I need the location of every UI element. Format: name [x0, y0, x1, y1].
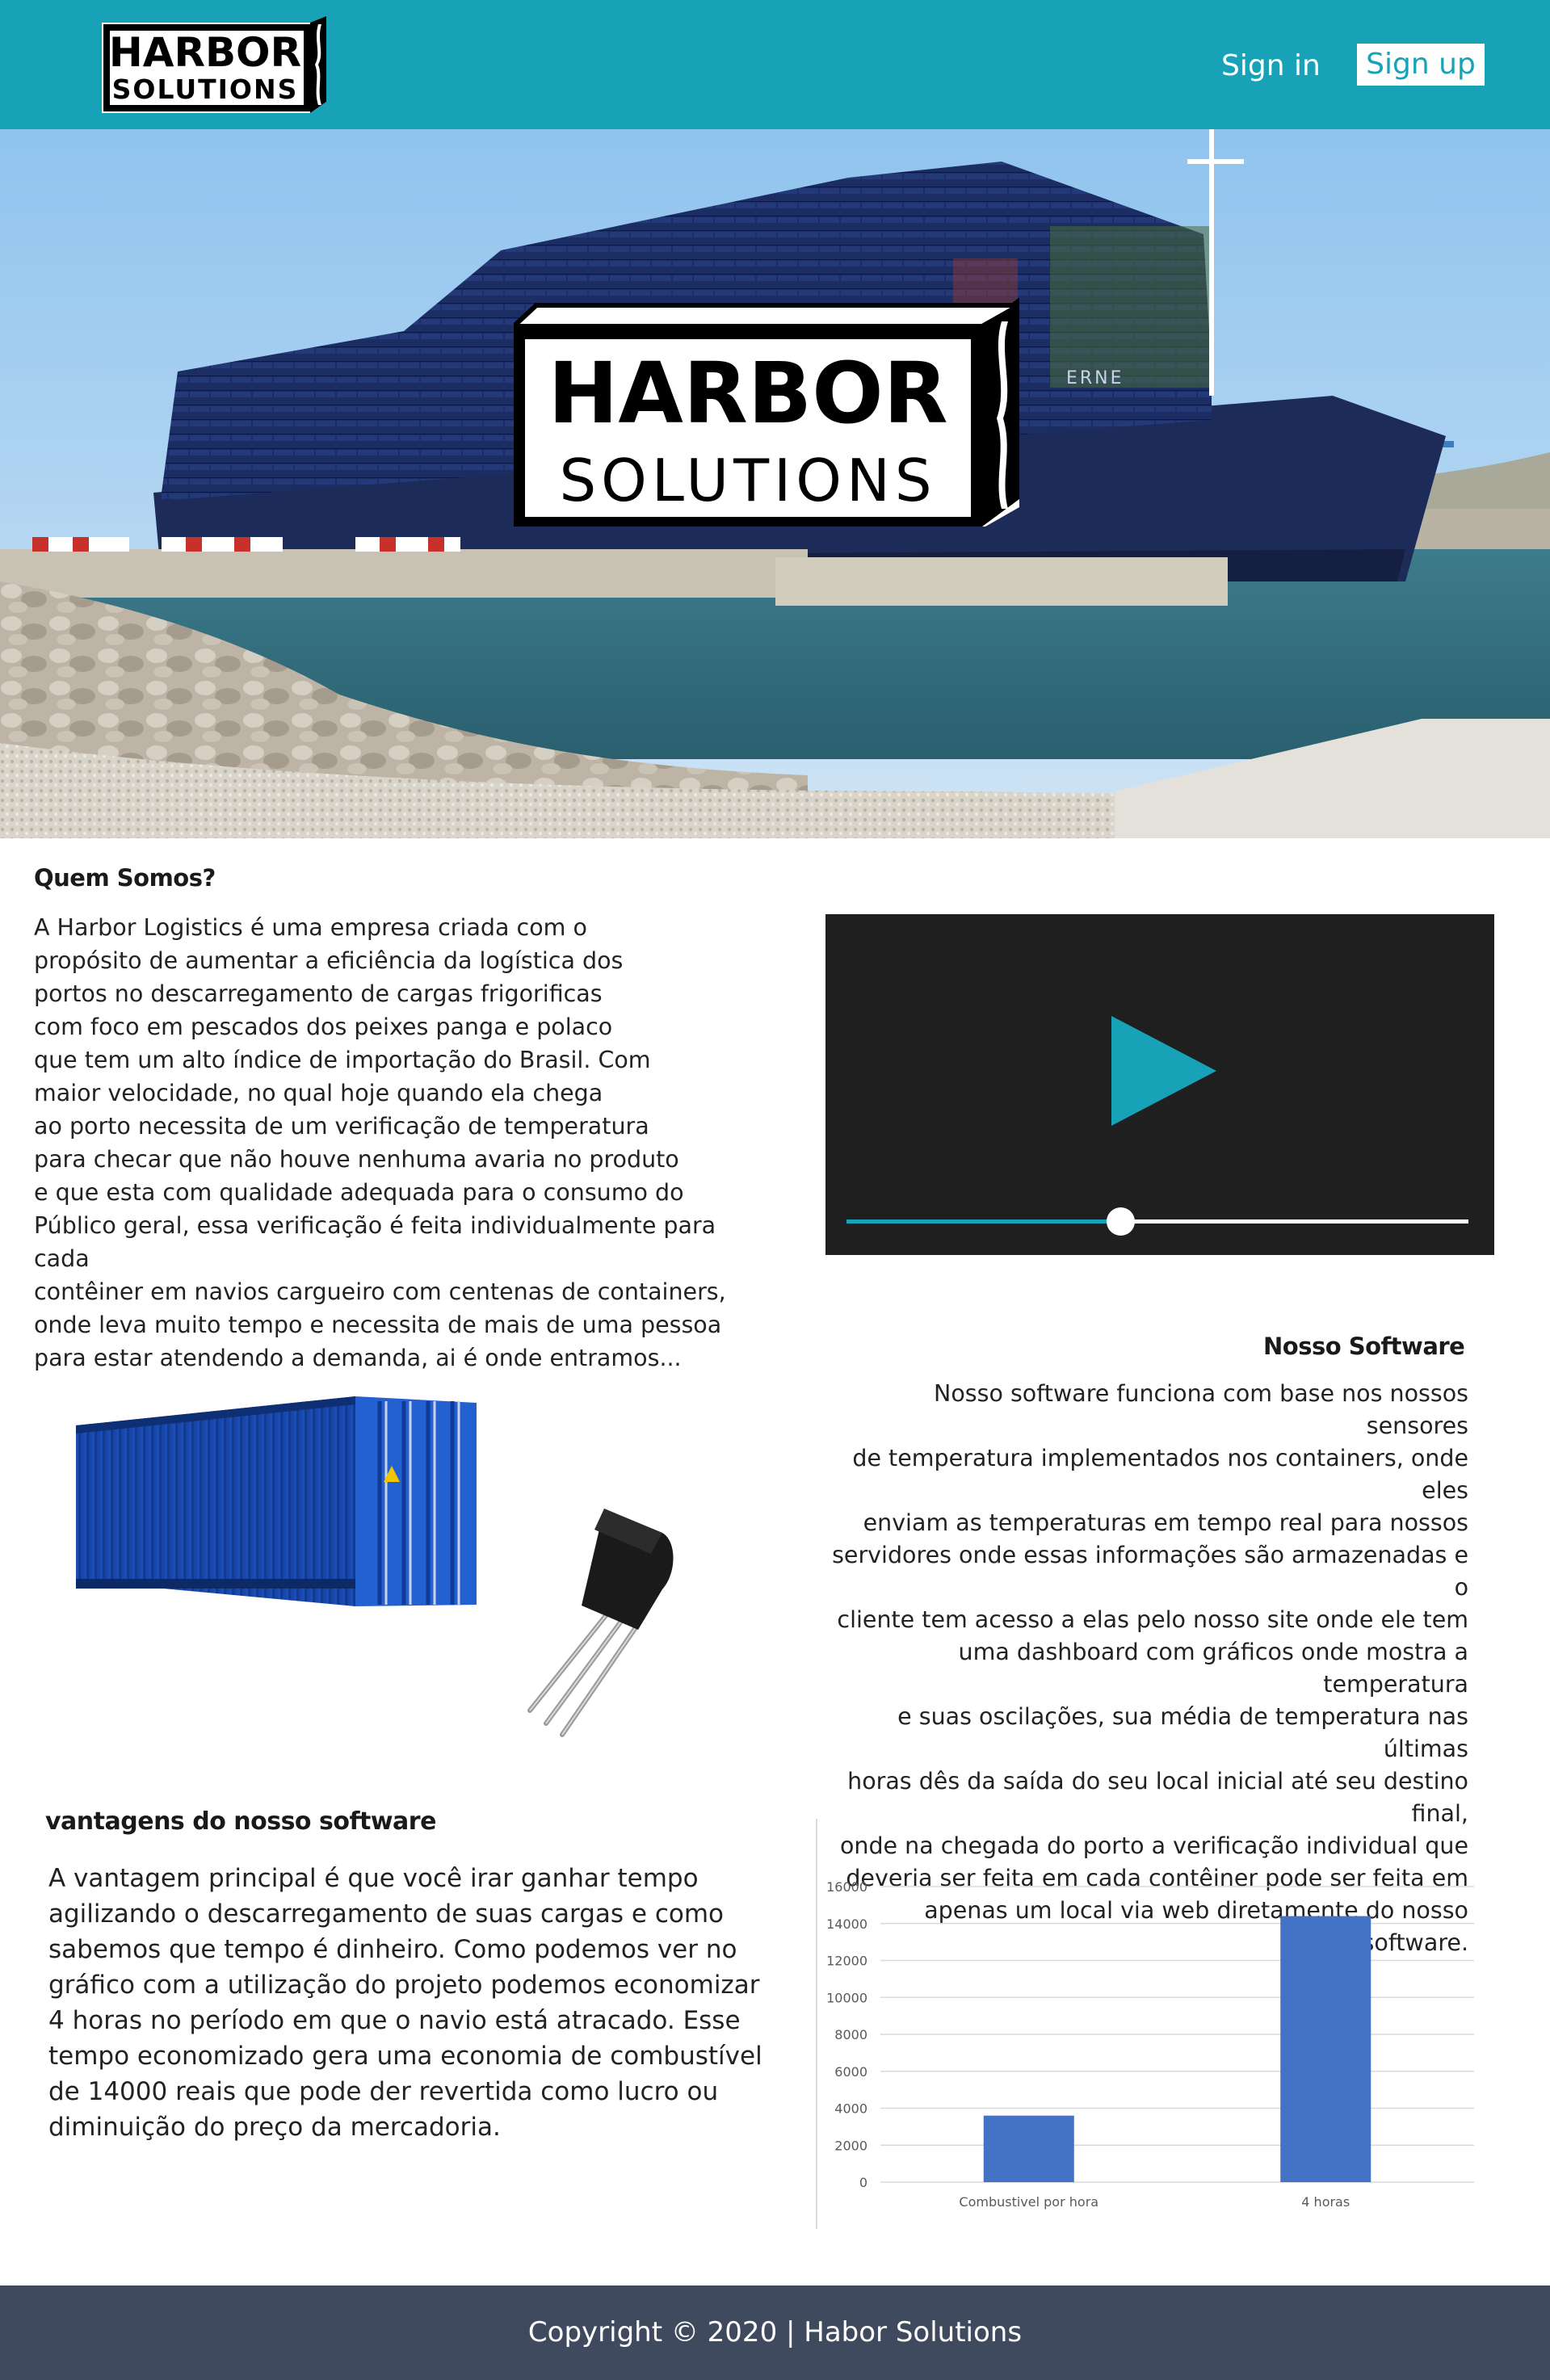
play-icon[interactable]	[1111, 1016, 1216, 1126]
chart-y-tick-label: 2000	[834, 2138, 867, 2153]
chart-bar	[983, 2115, 1074, 2182]
advantages-heading: vantagens do nosso software	[45, 1807, 436, 1836]
savings-bar-chart: 0 2000 4000 6000 8000 10000 12000 14000 16000 Com…	[816, 1819, 1486, 2229]
chart-frame-line	[816, 1819, 817, 2229]
software-heading: Nosso Software	[1263, 1333, 1465, 1360]
video-progress-bar[interactable]	[846, 1207, 1468, 1236]
chart-y-tick-label: 4000	[834, 2101, 867, 2117]
top-navbar: HARBOR SOLUTIONS Sign in Sign up	[0, 0, 1550, 129]
copyright-text: Copyright © 2020 | Habor Solutions	[527, 2316, 1023, 2349]
svg-text:HARBOR: HARBOR	[109, 29, 301, 76]
sign-in-link[interactable]: Sign in	[1210, 44, 1332, 89]
temperature-sensor-image	[527, 1509, 674, 1737]
chart-y-tick-label: 6000	[834, 2064, 867, 2080]
brand-logo[interactable]: HARBOR SOLUTIONS	[102, 16, 326, 115]
chart-y-tick-label: 0	[859, 2175, 867, 2190]
svg-text:SOLUTIONS: SOLUTIONS	[559, 447, 936, 514]
chart-bar	[1280, 1916, 1371, 2182]
chart-canvas: 0 2000 4000 6000 8000 10000 12000 14000 16000 Com…	[826, 1879, 1474, 2210]
video-player[interactable]	[825, 914, 1494, 1255]
footer: Copyright © 2020 | Habor Solutions	[0, 2286, 1550, 2380]
shipping-container-image	[76, 1396, 477, 1606]
svg-text:SOLUTIONS: SOLUTIONS	[112, 73, 299, 105]
chart-y-tick-label: 12000	[826, 1954, 867, 1969]
chart-y-tick-label: 8000	[834, 2027, 867, 2042]
chart-x-tick-label: Combustivel por hora	[959, 2194, 1098, 2210]
chart-x-tick-label: 4 horas	[1301, 2194, 1350, 2210]
video-progress-fill	[846, 1219, 1120, 1224]
about-text: A Harbor Logistics é uma empresa criada …	[34, 914, 726, 1371]
chart-y-tick-label: 14000	[826, 1916, 867, 1932]
sign-up-button[interactable]: Sign up	[1357, 44, 1485, 86]
svg-text:ERNE: ERNE	[1066, 368, 1124, 388]
hero-banner: ERNE HARBOR SOLUTIONS	[0, 129, 1550, 838]
about-heading: Quem Somos?	[34, 864, 216, 892]
hero-brand-logo: HARBOR SOLUTIONS	[514, 297, 1019, 527]
chart-y-tick-label: 10000	[826, 1990, 867, 2005]
svg-text:HARBOR: HARBOR	[548, 344, 947, 443]
video-progress-handle[interactable]	[1106, 1207, 1135, 1236]
chart-y-tick-label: 16000	[826, 1879, 867, 1895]
advantages-text: A vantagem principal é que você irar gan…	[48, 1864, 762, 2142]
